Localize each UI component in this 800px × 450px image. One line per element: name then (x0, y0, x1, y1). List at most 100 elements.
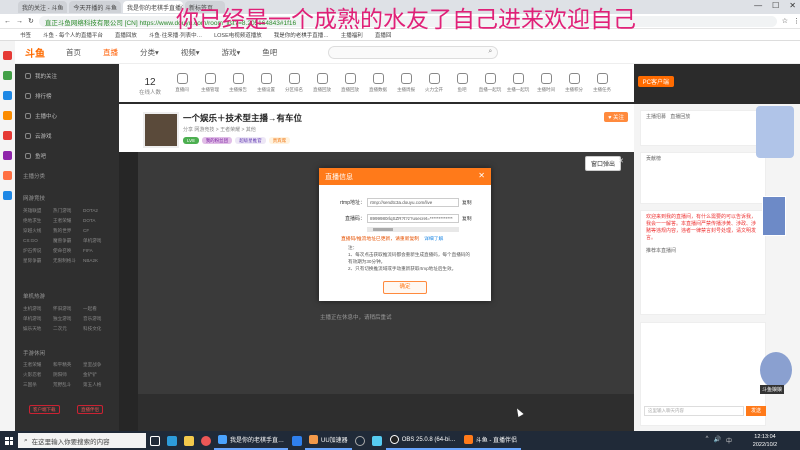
recommend-link[interactable]: 推荐本直播间 (641, 245, 765, 258)
nav-games[interactable]: 游戏▾ (211, 47, 252, 58)
start-button[interactable] (0, 431, 18, 450)
tab-contribution[interactable]: 贡献榜 (641, 153, 765, 166)
category-link[interactable]: 炉石传说 (23, 248, 53, 254)
steam-icon[interactable] (352, 431, 369, 450)
avatar[interactable] (143, 112, 179, 148)
fan-badge[interactable]: 我的粉丝团 (201, 137, 233, 144)
category-link[interactable]: 魔兽争霸 (53, 238, 83, 244)
category-link[interactable]: NBA2K (83, 258, 113, 264)
category-link[interactable]: 单机游戏 (23, 316, 53, 322)
tool-button[interactable]: 主播积分 (559, 73, 589, 93)
category-link[interactable]: 和平精英 (53, 362, 83, 368)
category-link[interactable]: 星际争霸 (23, 258, 53, 264)
category-link[interactable]: 娱乐天地 (23, 326, 53, 332)
tool-button[interactable]: 直播数据 (363, 73, 393, 93)
maximize-button[interactable]: ☐ (772, 1, 779, 10)
close-button[interactable]: ✕ (789, 1, 796, 10)
browser-tab[interactable]: 今天开播的 斗鱼 (69, 1, 122, 13)
taskbar-search[interactable]: ⌕ 在这里输入你要搜索的内容 (18, 433, 146, 448)
category-link[interactable]: FIFA (83, 248, 113, 254)
category-link[interactable]: 阴阳师 (53, 372, 83, 378)
forward-icon[interactable]: → (16, 18, 23, 25)
category-link[interactable]: 热门游戏 (53, 208, 83, 214)
task-view-icon[interactable] (146, 431, 163, 450)
category-link[interactable]: 金铲铲 (83, 372, 113, 378)
tool-button[interactable]: 分区排名 (279, 73, 309, 93)
sidebar-item-anchor-center[interactable]: 主播中心 (25, 112, 57, 120)
app-icon[interactable] (369, 431, 386, 450)
category-link[interactable]: 荒野乱斗 (53, 382, 83, 388)
tool-button[interactable]: 直播一起玩 (475, 73, 505, 93)
category-link[interactable]: 英雄联盟 (23, 208, 53, 214)
sidebar-item-following[interactable]: 我的关注 (25, 72, 57, 80)
close-icon[interactable]: ✕ (478, 171, 485, 180)
tool-button[interactable]: 直播间 (167, 73, 197, 93)
mascot-image[interactable] (760, 352, 792, 388)
nav-home[interactable]: 首页 (55, 47, 92, 58)
close-icon[interactable]: ✕ (618, 157, 624, 165)
tool-button[interactable]: 主播一起玩 (503, 73, 533, 93)
input-method-indicator[interactable]: 中 (726, 436, 732, 445)
bookmark[interactable]: 书签 (20, 31, 31, 39)
menu-icon[interactable]: ⋮ (793, 17, 800, 25)
mascot-image[interactable] (756, 106, 794, 158)
popout-button[interactable]: 窗口弹出 (585, 156, 622, 171)
category-link[interactable]: CS:GO (23, 238, 53, 244)
search-input[interactable]: ⌕ (328, 45, 499, 59)
app-icon[interactable] (3, 51, 12, 60)
category-link[interactable]: 火影忍者 (23, 372, 53, 378)
category-link[interactable]: 皇室战争 (83, 362, 113, 368)
learn-more-link[interactable]: 详细了解 (424, 237, 443, 242)
category-link[interactable]: DOTA (83, 218, 113, 224)
taskbar-app-obs[interactable]: OBS 25.0.8 (64-bi… (385, 431, 460, 450)
category-link[interactable]: 使命召唤 (53, 248, 83, 254)
rtmp-address-field[interactable]: rtmp://sendtc3a.douyu.com/live (367, 198, 459, 207)
live-companion-button[interactable]: 直播伴侣 (77, 405, 103, 414)
send-button[interactable]: 发送 (746, 406, 766, 416)
category-link[interactable]: 科技文化 (83, 326, 113, 332)
tool-button[interactable]: 主播时间 (531, 73, 561, 93)
sidebar-item-ranking[interactable]: 排行榜 (25, 92, 52, 100)
client-download-button[interactable]: 客户端下载 (29, 405, 60, 414)
browser-tab-active[interactable]: 我是你的老棋手直播间… (123, 1, 184, 13)
confirm-button[interactable]: 确定 (383, 281, 427, 294)
sidebar-item-cloud-game[interactable]: 云游戏 (25, 132, 52, 140)
tool-button[interactable]: 直播回放 (335, 73, 365, 93)
tool-button[interactable]: 主播设置 (251, 73, 281, 93)
sidebar-item-fishbar[interactable]: 鱼吧 (25, 152, 46, 160)
app-icon[interactable] (3, 71, 12, 80)
category-link[interactable]: 音乐游戏 (83, 316, 113, 322)
reload-icon[interactable]: ↻ (28, 17, 34, 25)
edge-icon[interactable] (163, 431, 180, 450)
horizontal-scrollbar[interactable] (367, 227, 459, 232)
app-icon[interactable] (3, 111, 12, 120)
taskbar-app-browser[interactable]: 我是你的老棋手直… (214, 431, 289, 450)
category-link[interactable]: CF (83, 228, 113, 234)
scrollbar-thumb[interactable] (373, 228, 393, 231)
browser-tab[interactable]: 我的关注 - 斗鱼 (18, 1, 68, 13)
star-icon[interactable]: ☆ (782, 17, 788, 25)
tool-button[interactable]: 鱼吧 (447, 73, 477, 93)
tool-button[interactable]: 主播周报 (391, 73, 421, 93)
minimize-button[interactable]: — (754, 1, 762, 10)
app-icon[interactable] (3, 151, 12, 160)
bookmark[interactable]: 直播回放 (115, 31, 137, 39)
nav-fishbar[interactable]: 鱼吧 (251, 47, 288, 58)
follow-button[interactable]: ♥ 关注 (604, 112, 628, 122)
copy-key-button[interactable]: 复制 (462, 215, 472, 222)
tab-replay[interactable]: 直播回放 (670, 114, 690, 120)
bookmark[interactable]: 斗鱼 - 每个人的直播平台 (43, 31, 103, 39)
tool-button[interactable]: 主播管理 (195, 73, 225, 93)
category-link[interactable]: 我的世界 (53, 228, 83, 234)
category-link[interactable]: 一起看 (83, 306, 113, 312)
category-link[interactable]: 二次元 (53, 326, 83, 332)
taskbar-app-uu[interactable]: UU加速器 (305, 431, 352, 450)
app-icon[interactable] (3, 131, 12, 140)
category-link[interactable]: 主机游戏 (23, 306, 53, 312)
tool-button[interactable]: 主播报告 (223, 73, 253, 93)
category-link[interactable]: 绝地求生 (23, 218, 53, 224)
chrome-icon[interactable] (197, 431, 214, 450)
copy-rtmp-button[interactable]: 复制 (462, 199, 472, 206)
search-icon[interactable]: ⌕ (488, 48, 492, 56)
vip-badge[interactable]: 贵宾席 (268, 137, 291, 144)
